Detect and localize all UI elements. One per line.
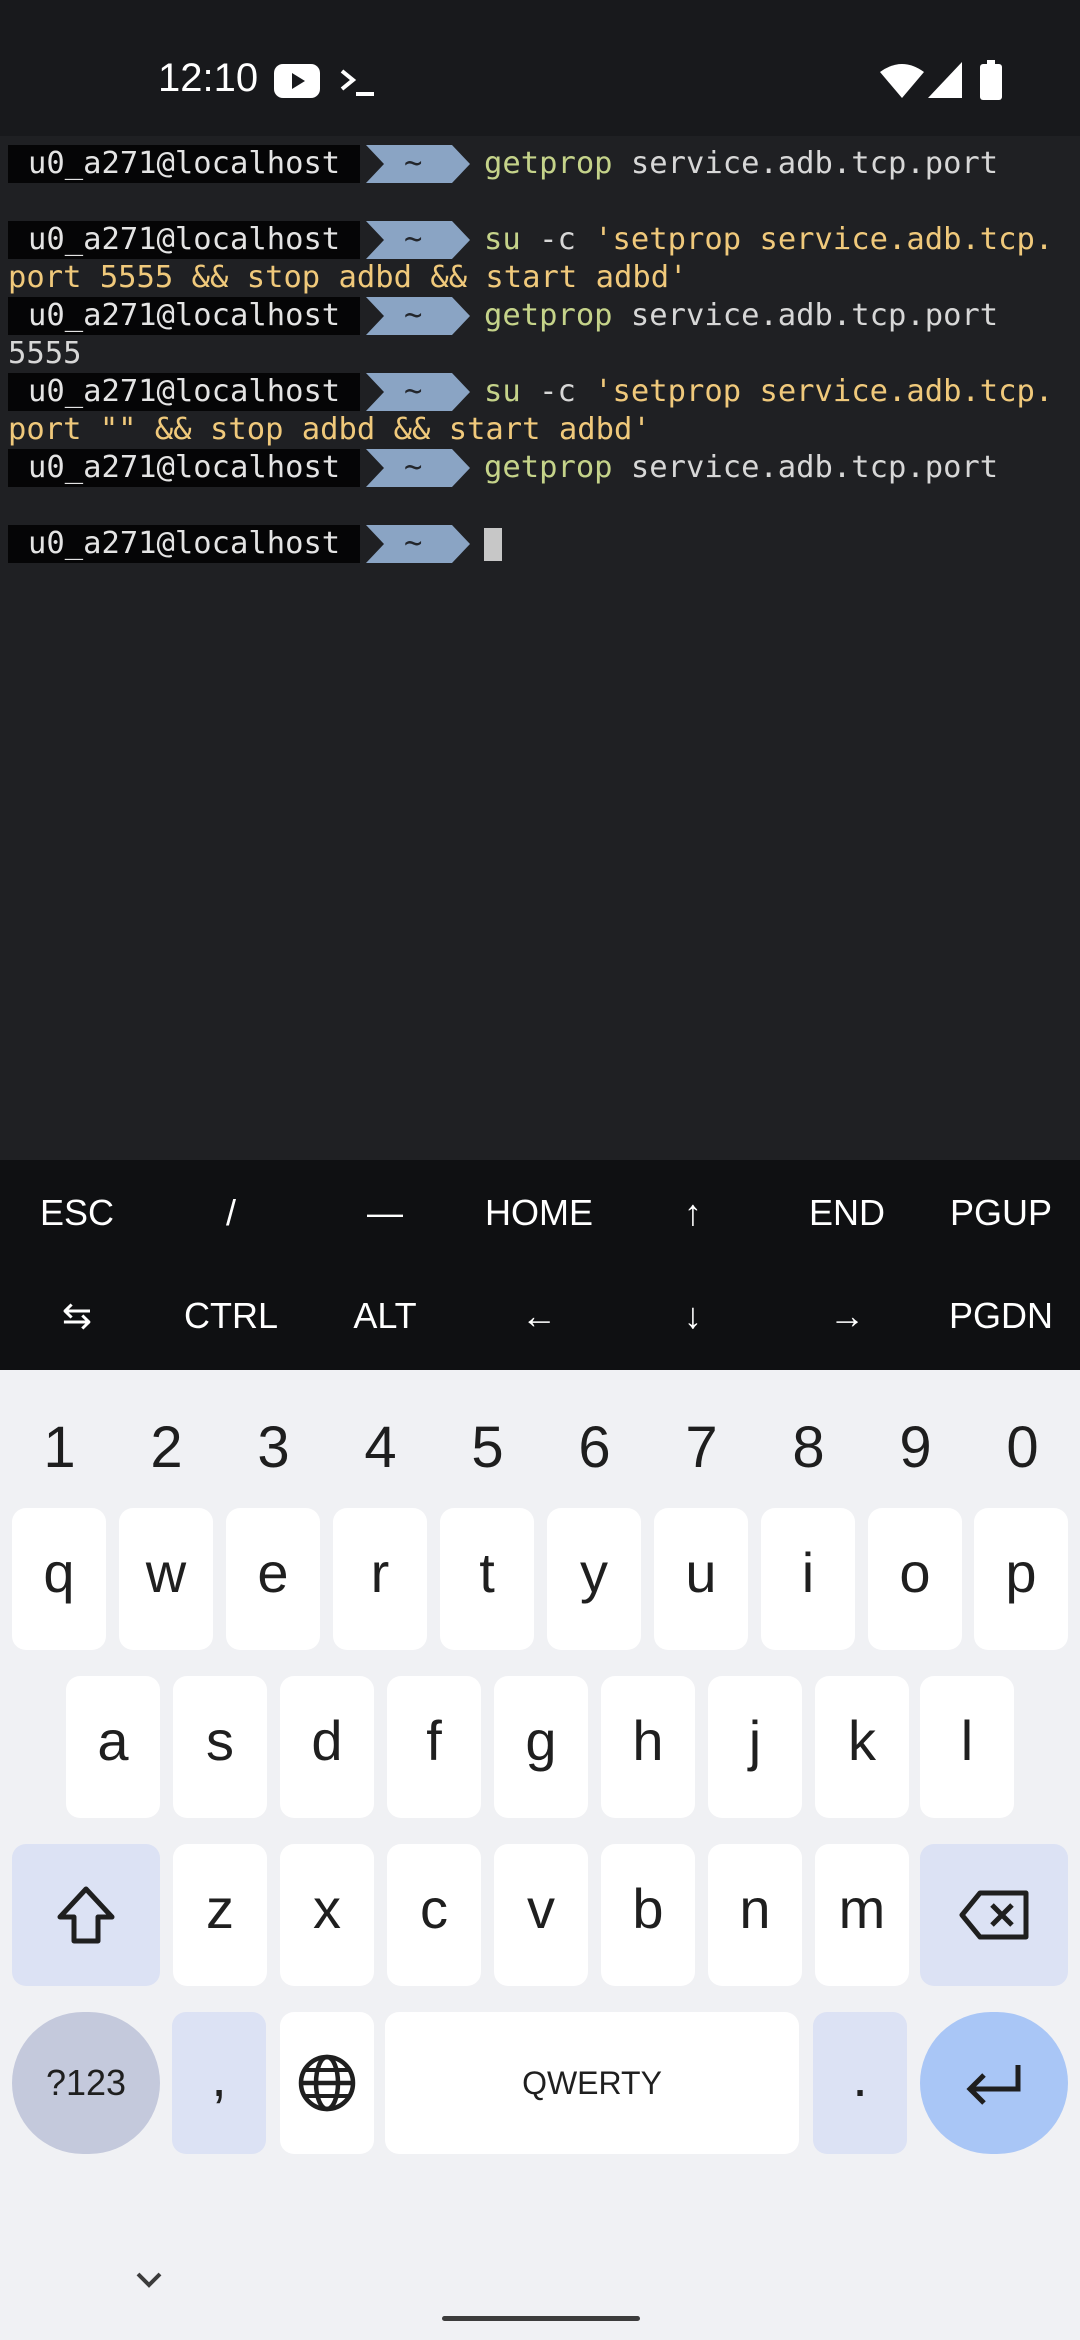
key-i[interactable]: i	[761, 1508, 855, 1650]
prompt-user: u0_a271@localhost	[8, 449, 361, 487]
key-6[interactable]: 6	[541, 1408, 648, 1488]
period-key[interactable]: .	[813, 2012, 907, 2154]
key-w[interactable]: w	[119, 1508, 213, 1650]
symbols-key[interactable]: ?123	[12, 2012, 160, 2154]
key-h[interactable]: h	[601, 1676, 695, 1818]
key-j[interactable]: j	[708, 1676, 802, 1818]
pgup-key[interactable]: PGUP	[924, 1163, 1078, 1263]
key-5[interactable]: 5	[434, 1408, 541, 1488]
key-9[interactable]: 9	[862, 1408, 969, 1488]
esc-key[interactable]: ESC	[0, 1163, 154, 1263]
soft-keyboard: 1 2 3 4 5 6 7 8 9 0 q w e r t y u i o p …	[0, 1370, 1080, 2340]
key-d[interactable]: d	[280, 1676, 374, 1818]
key-0[interactable]: 0	[969, 1408, 1076, 1488]
prompt-dir: ~	[366, 525, 476, 563]
tab-key[interactable]: ⇆	[0, 1266, 154, 1366]
terminal-output-line: 5555	[8, 336, 82, 371]
key-q[interactable]: q	[12, 1508, 106, 1650]
hide-keyboard-icon[interactable]	[124, 2262, 174, 2302]
key-y[interactable]: y	[547, 1508, 641, 1650]
prompt-user: u0_a271@localhost	[8, 373, 361, 411]
prompt-dir: ~	[366, 373, 476, 411]
up-arrow-key[interactable]: ↑	[616, 1163, 770, 1263]
prompt-dir: ~	[366, 297, 476, 335]
terminal-line: u0_a271@localhost ~ getprop service.adb.…	[0, 449, 1080, 487]
key-1[interactable]: 1	[6, 1408, 113, 1488]
shift-key[interactable]	[12, 1844, 160, 1986]
key-a[interactable]: a	[66, 1676, 160, 1818]
key-z[interactable]: z	[173, 1844, 267, 1986]
pgdn-key[interactable]: PGDN	[924, 1266, 1078, 1366]
status-bar: 12:10	[0, 0, 1080, 136]
key-l[interactable]: l	[920, 1676, 1014, 1818]
prompt-user: u0_a271@localhost	[8, 221, 361, 259]
prompt-dir: ~	[366, 221, 476, 259]
slash-key[interactable]: /	[154, 1163, 308, 1263]
extra-keys-bar: ESC / — HOME ↑ END PGUP ⇆ CTRL ALT ← ↓ →…	[0, 1160, 1080, 1370]
status-time: 12:10	[158, 56, 259, 100]
key-e[interactable]: e	[226, 1508, 320, 1650]
key-u[interactable]: u	[654, 1508, 748, 1650]
key-m[interactable]: m	[815, 1844, 909, 1986]
alt-key[interactable]: ALT	[308, 1266, 462, 1366]
key-f[interactable]: f	[387, 1676, 481, 1818]
prompt-dir: ~	[366, 145, 476, 183]
enter-key[interactable]	[920, 2012, 1068, 2154]
terminal-line: u0_a271@localhost ~ getprop service.adb.…	[0, 145, 1080, 183]
gesture-nav-bar[interactable]	[442, 2316, 640, 2321]
key-4[interactable]: 4	[327, 1408, 434, 1488]
key-r[interactable]: r	[333, 1508, 427, 1650]
terminal-view[interactable]: u0_a271@localhost ~ getprop service.adb.…	[0, 136, 1080, 1160]
language-key[interactable]	[280, 2012, 374, 2154]
terminal-output-line: port 5555 && stop adbd && start adbd'	[8, 260, 688, 295]
down-arrow-key[interactable]: ↓	[616, 1266, 770, 1366]
key-t[interactable]: t	[440, 1508, 534, 1650]
terminal-cursor	[484, 528, 502, 561]
home-key[interactable]: HOME	[462, 1163, 616, 1263]
battery-icon	[980, 60, 1002, 105]
key-3[interactable]: 3	[220, 1408, 327, 1488]
prompt-user: u0_a271@localhost	[8, 525, 361, 563]
prompt-dir: ~	[366, 449, 476, 487]
dash-key[interactable]: —	[308, 1163, 462, 1263]
prompt-user: u0_a271@localhost	[8, 145, 361, 183]
comma-key[interactable]: ,	[172, 2012, 266, 2154]
prompt-user: u0_a271@localhost	[8, 297, 361, 335]
key-k[interactable]: k	[815, 1676, 909, 1818]
youtube-icon	[274, 64, 320, 103]
key-o[interactable]: o	[868, 1508, 962, 1650]
key-b[interactable]: b	[601, 1844, 695, 1986]
cellular-signal-icon	[928, 62, 962, 103]
key-n[interactable]: n	[708, 1844, 802, 1986]
key-2[interactable]: 2	[113, 1408, 220, 1488]
terminal-line: u0_a271@localhost ~ getprop service.adb.…	[0, 297, 1080, 335]
key-s[interactable]: s	[173, 1676, 267, 1818]
terminal-icon	[338, 66, 378, 103]
terminal-line: u0_a271@localhost ~ su -c 'setprop servi…	[0, 373, 1080, 411]
key-x[interactable]: x	[280, 1844, 374, 1986]
terminal-line: u0_a271@localhost ~	[0, 525, 1080, 563]
key-g[interactable]: g	[494, 1676, 588, 1818]
key-v[interactable]: v	[494, 1844, 588, 1986]
backspace-key[interactable]	[920, 1844, 1068, 1986]
key-p[interactable]: p	[974, 1508, 1068, 1650]
key-c[interactable]: c	[387, 1844, 481, 1986]
right-arrow-key[interactable]: →	[770, 1266, 924, 1366]
terminal-output-line: port "" && stop adbd && start adbd'	[8, 412, 651, 447]
wifi-icon	[880, 62, 924, 103]
end-key[interactable]: END	[770, 1163, 924, 1263]
left-arrow-key[interactable]: ←	[462, 1266, 616, 1366]
key-7[interactable]: 7	[648, 1408, 755, 1488]
space-key[interactable]: QWERTY	[385, 2012, 799, 2154]
key-8[interactable]: 8	[755, 1408, 862, 1488]
terminal-line: u0_a271@localhost ~ su -c 'setprop servi…	[0, 221, 1080, 259]
ctrl-key[interactable]: CTRL	[154, 1266, 308, 1366]
